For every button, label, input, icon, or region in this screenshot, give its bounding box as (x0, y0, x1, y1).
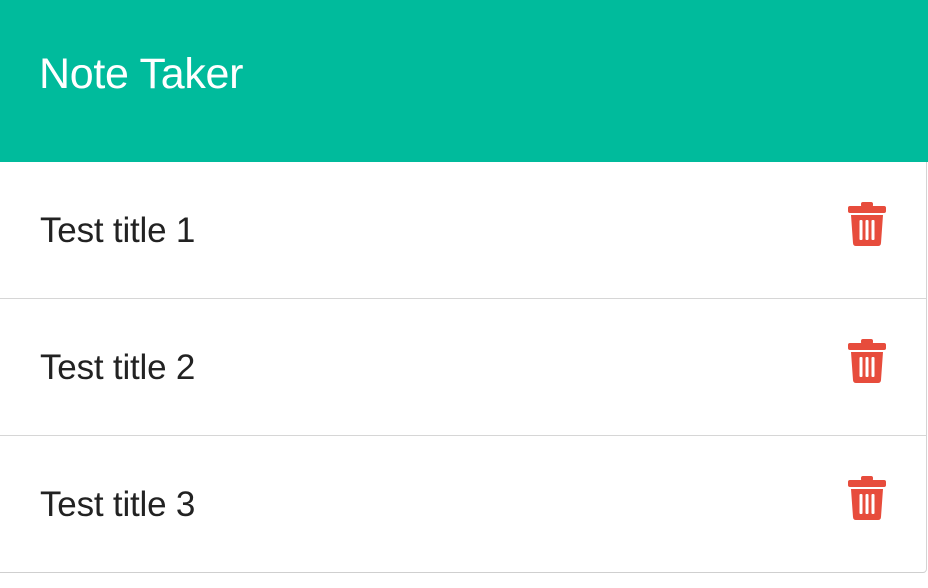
notes-list: Test title 1 Test title 2 Test title 3 (0, 162, 927, 573)
trash-icon[interactable] (848, 339, 886, 383)
app-title: Note Taker (39, 50, 244, 98)
note-list-item[interactable]: Test title 1 (0, 162, 926, 299)
note-list-item[interactable]: Test title 2 (0, 299, 926, 436)
app-header: Note Taker (0, 0, 928, 162)
trash-icon[interactable] (848, 202, 886, 246)
trash-icon[interactable] (848, 476, 886, 520)
note-title[interactable]: Test title 1 (40, 210, 195, 252)
note-title[interactable]: Test title 3 (40, 484, 195, 526)
note-title[interactable]: Test title 2 (40, 347, 195, 389)
note-list-item[interactable]: Test title 3 (0, 436, 926, 572)
